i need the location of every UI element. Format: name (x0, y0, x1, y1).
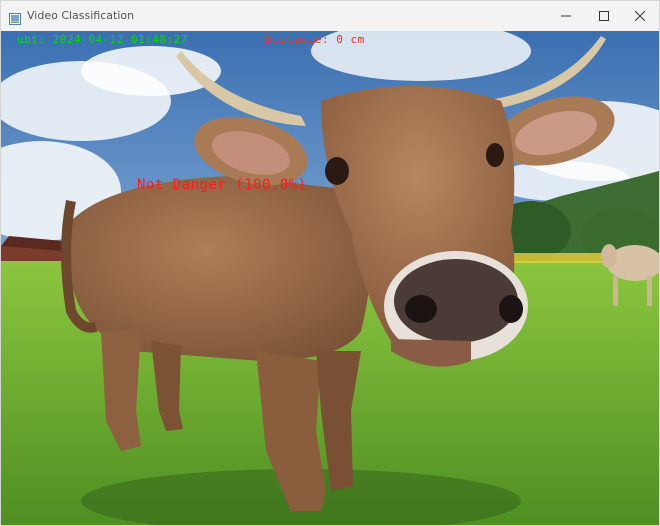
close-button[interactable] (621, 1, 659, 31)
distance-overlay: Distance: 0 cm (265, 33, 365, 46)
app-window: Video Classification ubt: 2024-04-12 01:… (0, 0, 660, 526)
app-window-icon (9, 10, 21, 25)
classification-label: Not Danger (100.0%) (137, 177, 307, 193)
video-frame: ubt: 2024-04-12 01:48:27 Distance: 0 cm … (1, 31, 659, 525)
maximize-button[interactable] (585, 1, 623, 31)
close-icon (635, 11, 645, 21)
title-bar[interactable]: Video Classification (1, 1, 659, 31)
cow-in-pasture-image (1, 31, 659, 525)
timestamp-overlay: ubt: 2024-04-12 01:48:27 (17, 33, 188, 46)
maximize-icon (599, 11, 609, 21)
minimize-button[interactable] (547, 1, 585, 31)
window-title: Video Classification (27, 9, 135, 22)
minimize-icon (561, 11, 571, 21)
